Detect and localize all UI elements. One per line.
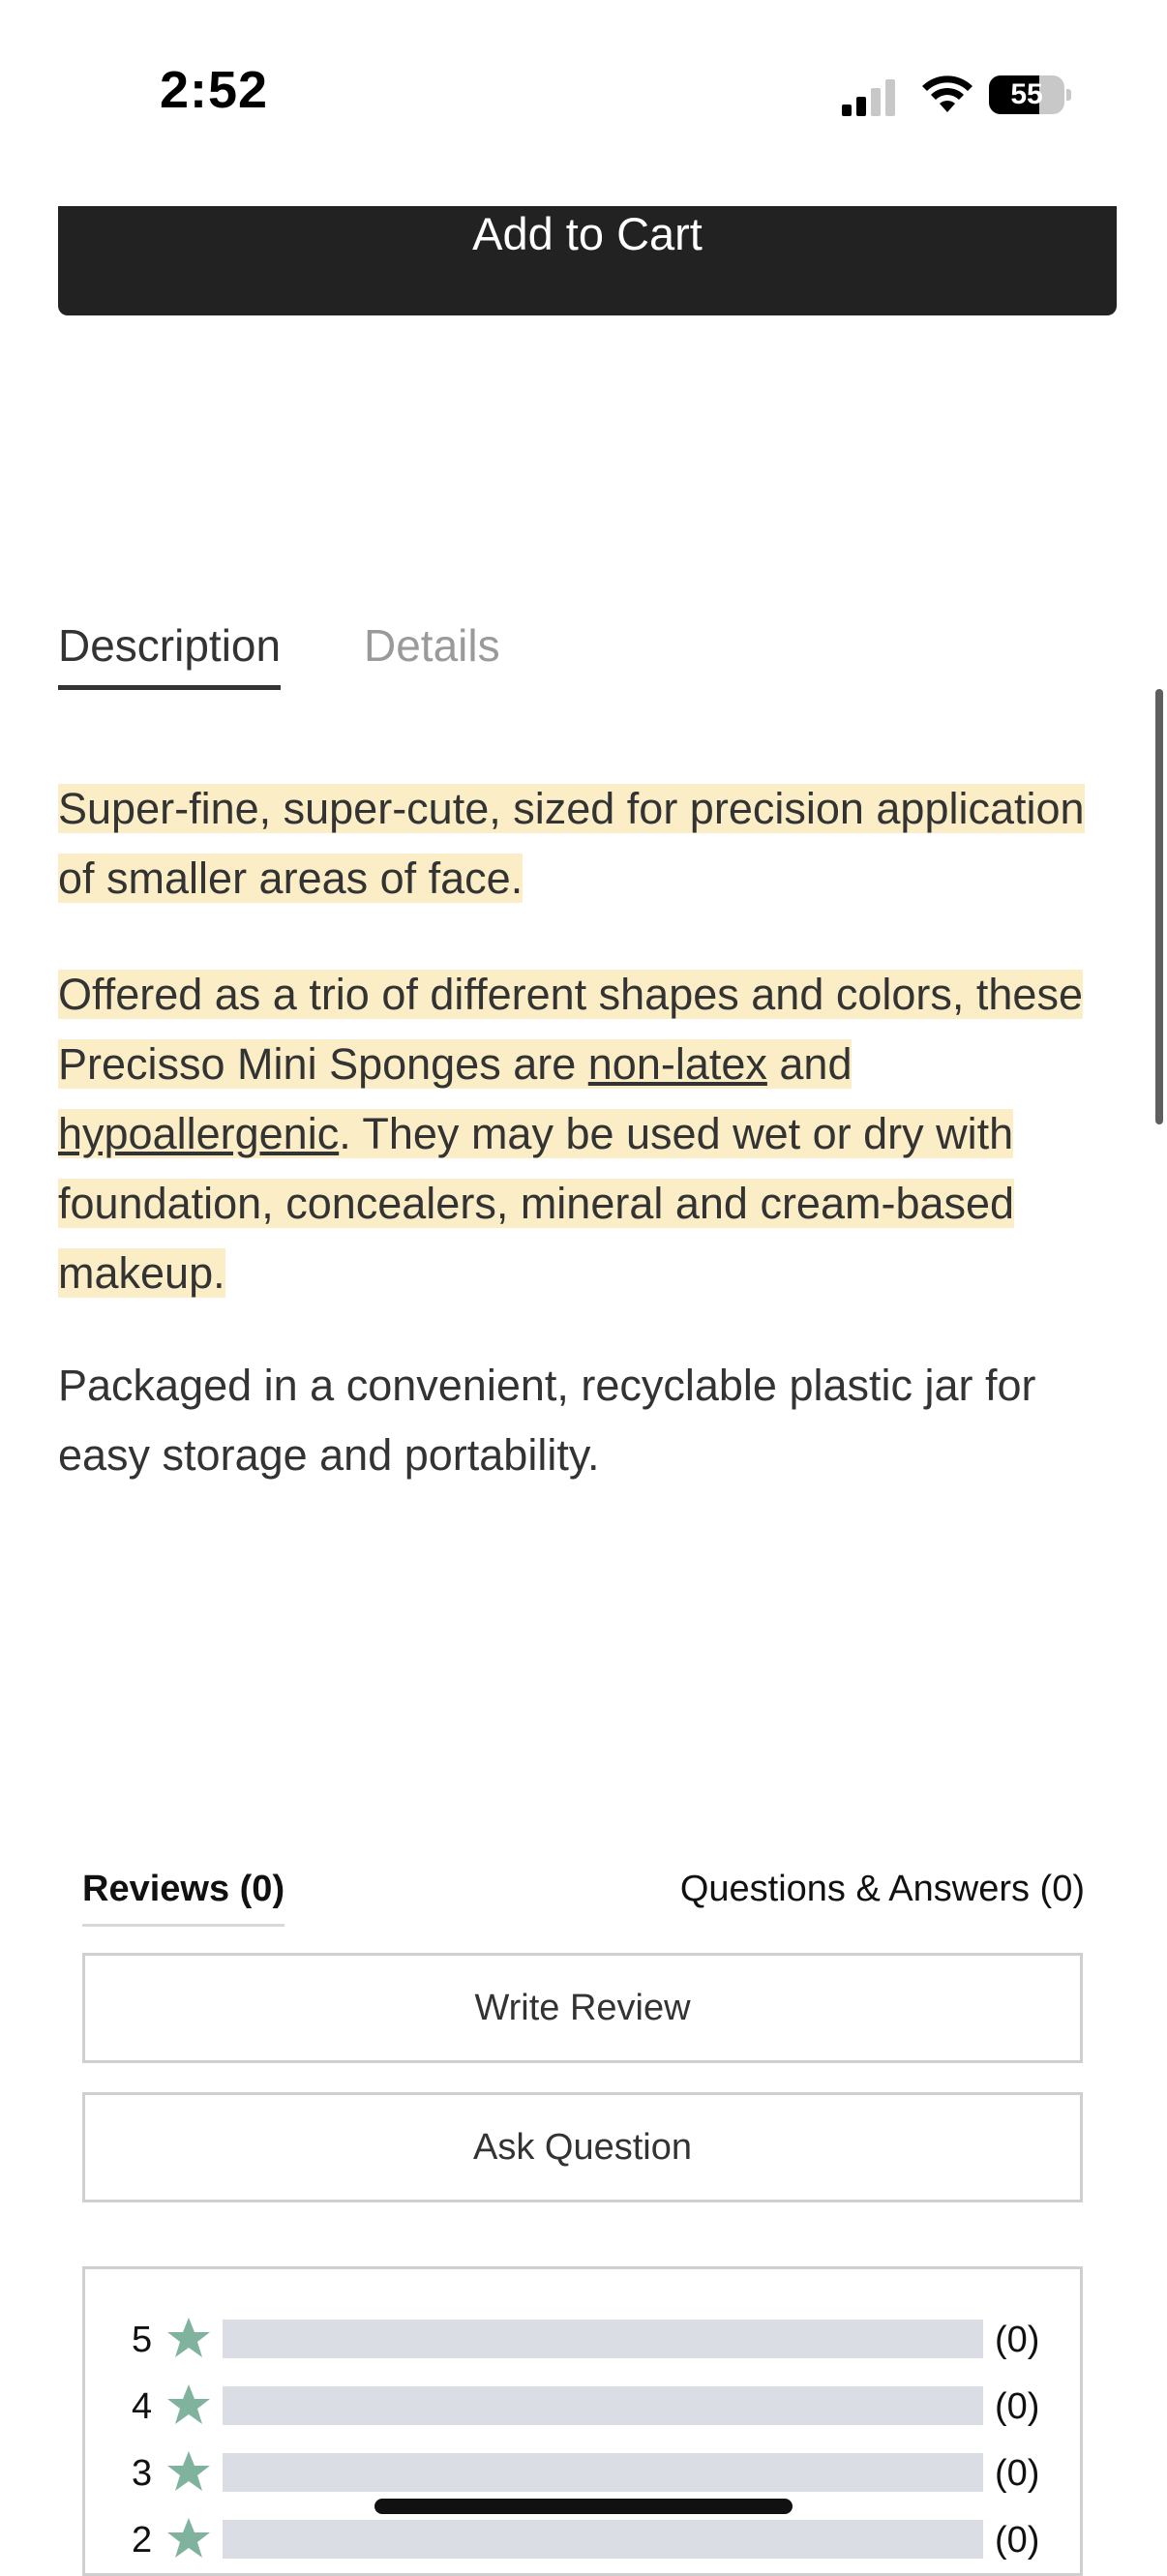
rating-breakdown: 5 (0) 4 (0) 3 (0) 2 (0) bbox=[82, 2266, 1083, 2576]
non-latex-link[interactable]: non-latex bbox=[588, 1039, 767, 1089]
rating-count: (0) bbox=[995, 2453, 1040, 2494]
description-paragraph-3: Packaged in a convenient, recyclable pla… bbox=[58, 1351, 1113, 1490]
star-icon bbox=[167, 2451, 210, 2491]
rating-count: (0) bbox=[995, 2520, 1040, 2561]
write-review-button[interactable]: Write Review bbox=[82, 1953, 1083, 2063]
description-text: Offered as a trio of different shapes an… bbox=[58, 970, 1083, 1089]
rating-bar bbox=[223, 2320, 983, 2358]
rating-stars-label: 5 bbox=[132, 2320, 153, 2360]
scrollbar[interactable] bbox=[1155, 689, 1163, 1124]
rating-bar bbox=[223, 2386, 983, 2425]
tab-reviews[interactable]: Reviews (0) bbox=[82, 1869, 285, 1927]
rating-bar bbox=[223, 2520, 983, 2559]
rating-stars-label: 4 bbox=[132, 2386, 153, 2427]
tab-details[interactable]: Details bbox=[364, 619, 500, 672]
rating-row[interactable]: 3 (0) bbox=[85, 2449, 1086, 2498]
description-text: Super-fine, super-cute, sized for precis… bbox=[58, 784, 1085, 903]
rating-row[interactable]: 5 (0) bbox=[85, 2316, 1086, 2364]
rating-stars-label: 3 bbox=[132, 2453, 153, 2494]
home-indicator[interactable] bbox=[374, 2499, 793, 2514]
tab-questions-answers[interactable]: Questions & Answers (0) bbox=[680, 1869, 1085, 1910]
rating-count: (0) bbox=[995, 2386, 1040, 2427]
ask-question-button[interactable]: Ask Question bbox=[82, 2092, 1083, 2202]
star-icon bbox=[167, 2384, 210, 2424]
description-text: Packaged in a convenient, recyclable pla… bbox=[58, 1361, 1036, 1480]
star-icon bbox=[167, 2318, 210, 2357]
description-paragraph-2: Offered as a trio of different shapes an… bbox=[58, 960, 1113, 1308]
rating-stars-label: 2 bbox=[132, 2520, 153, 2561]
rating-row[interactable]: 4 (0) bbox=[85, 2382, 1086, 2431]
tab-description[interactable]: Description bbox=[58, 619, 282, 690]
add-to-cart-button[interactable]: Add to Cart bbox=[58, 206, 1117, 315]
battery-level: 55 bbox=[1010, 78, 1043, 110]
rating-count: (0) bbox=[995, 2320, 1040, 2360]
rating-bar bbox=[223, 2453, 983, 2492]
wifi-icon bbox=[922, 75, 972, 112]
description-text: and bbox=[766, 1039, 853, 1089]
rating-row[interactable]: 2 (0) bbox=[85, 2516, 1086, 2564]
status-time: 2:52 bbox=[160, 61, 269, 119]
battery-icon: 55 bbox=[989, 75, 1071, 114]
cellular-signal-icon bbox=[842, 79, 895, 116]
star-icon bbox=[167, 2518, 210, 2558]
hypoallergenic-link[interactable]: hypoallergenic bbox=[58, 1109, 339, 1158]
description-paragraph-1: Super-fine, super-cute, sized for precis… bbox=[58, 774, 1113, 914]
